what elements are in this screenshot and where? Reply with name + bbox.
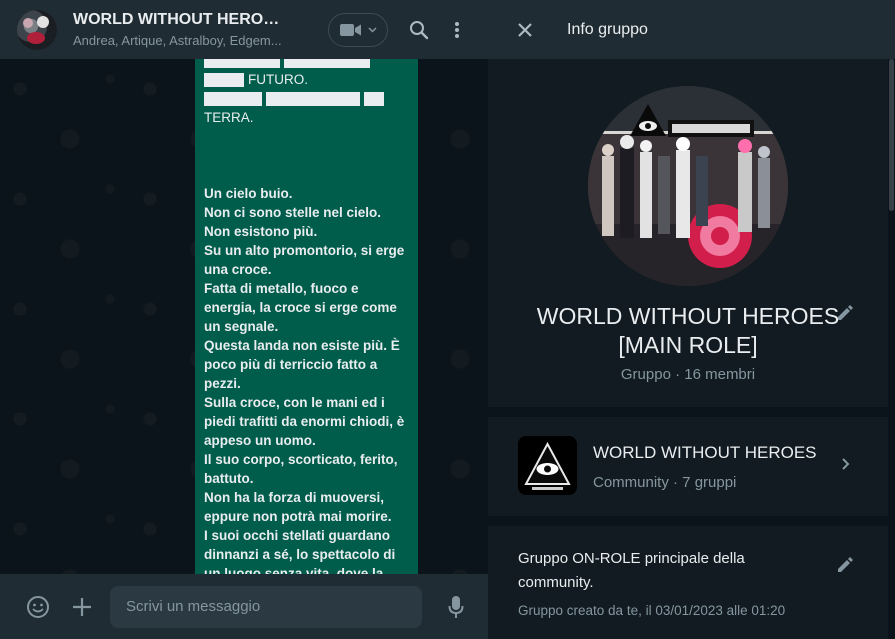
message-list[interactable]: FUTURO. TERRA. Un cielo buio. Non ci son… xyxy=(0,59,488,574)
edit-group-name-button[interactable] xyxy=(834,302,856,324)
group-description: Gruppo ON-ROLE principale della communit… xyxy=(518,550,745,591)
message-input[interactable] xyxy=(110,585,422,628)
emoji-icon xyxy=(27,595,49,618)
video-call-button[interactable] xyxy=(328,12,388,47)
group-info-panel: Info gruppo WORLD WITHOUT HEROES [MAIN R… xyxy=(488,0,895,639)
menu-dots-icon xyxy=(455,21,459,38)
message-bubble[interactable]: FUTURO. TERRA. Un cielo buio. Non ci son… xyxy=(195,59,418,574)
group-photo-artwork xyxy=(588,86,788,286)
community-row[interactable]: WORLD WITHOUT HEROES Community · 7 grupp… xyxy=(488,417,888,516)
group-photo[interactable] xyxy=(588,86,788,286)
chat-header-text[interactable]: WORLD WITHOUT HEROES... Andrea, Artique,… xyxy=(73,11,328,48)
group-profile-section: WORLD WITHOUT HEROES [MAIN ROLE] Gruppo … xyxy=(488,59,888,407)
edit-description-button[interactable] xyxy=(834,554,856,576)
community-name: WORLD WITHOUT HEROES xyxy=(593,443,817,462)
chat-title: WORLD WITHOUT HEROES... xyxy=(73,11,288,28)
info-title: Info gruppo xyxy=(567,20,648,38)
group-name: WORLD WITHOUT HEROES [MAIN ROLE] xyxy=(536,303,840,358)
message-composer xyxy=(0,574,488,639)
message-header-text: TERRA. xyxy=(204,110,254,125)
attach-button[interactable] xyxy=(60,585,104,629)
chat-participants: Andrea, Artique, Astralboy, Edgem... xyxy=(73,33,282,48)
chat-pane: WORLD WITHOUT HEROES... Andrea, Artique,… xyxy=(0,0,488,639)
community-meta: Community · 7 gruppi xyxy=(593,474,737,491)
message-text: Un cielo buio. Non ci sono stelle nel ci… xyxy=(204,186,405,574)
chevron-right-icon xyxy=(841,457,850,476)
chat-header[interactable]: WORLD WITHOUT HEROES... Andrea, Artique,… xyxy=(0,0,488,59)
pencil-icon xyxy=(838,305,853,320)
emoji-button[interactable] xyxy=(16,585,60,629)
eye-triangle-icon xyxy=(524,441,571,490)
info-header: Info gruppo xyxy=(488,0,895,59)
community-icon xyxy=(518,436,577,495)
chat-menu-button[interactable] xyxy=(438,11,476,49)
close-icon xyxy=(518,22,532,37)
chevron-down-icon xyxy=(367,26,377,33)
plus-icon xyxy=(73,597,91,616)
group-created-info: Gruppo creato da te, il 03/01/2023 alle … xyxy=(518,603,786,618)
info-scrollbar[interactable] xyxy=(888,59,895,639)
voice-message-button[interactable] xyxy=(434,585,478,629)
pencil-icon xyxy=(838,557,853,572)
microphone-icon xyxy=(448,595,464,618)
scrollbar-thumb[interactable] xyxy=(889,59,894,211)
group-avatar[interactable] xyxy=(17,9,57,50)
message-header-text: FUTURO. xyxy=(248,72,308,87)
search-button[interactable] xyxy=(400,11,438,49)
close-info-button[interactable] xyxy=(513,18,537,42)
group-description-section: Gruppo ON-ROLE principale della communit… xyxy=(488,526,888,639)
redacted-line xyxy=(204,89,409,108)
message-header-line: TERRA. xyxy=(204,108,409,127)
message-header-line: FUTURO. xyxy=(204,70,409,89)
search-icon xyxy=(410,20,429,39)
video-camera-icon xyxy=(339,23,361,36)
redacted-line xyxy=(204,59,409,70)
group-member-count: Gruppo · 16 membri xyxy=(620,366,756,383)
